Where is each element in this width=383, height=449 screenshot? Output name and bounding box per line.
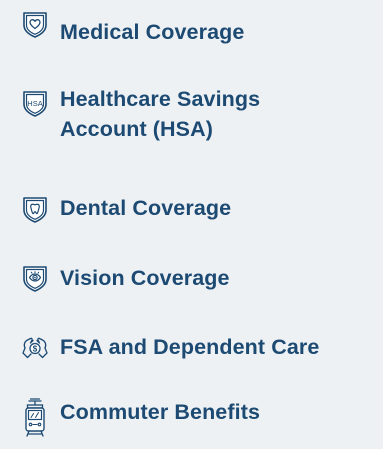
- commuter-train-icon: [20, 397, 50, 439]
- benefit-label: Medical Coverage: [60, 20, 245, 44]
- dental-shield-tooth-icon: [20, 194, 50, 224]
- benefit-label: Healthcare Savings Account (HSA): [60, 84, 373, 144]
- benefit-label: FSA and Dependent Care: [60, 335, 320, 359]
- hsa-icon-text: HSA: [27, 99, 42, 108]
- hsa-shield-icon: HSA: [20, 88, 50, 118]
- benefits-list: Medical Coverage HSA Healthcare Savings …: [0, 0, 383, 449]
- benefit-item-hsa[interactable]: HSA Healthcare Savings Account (HSA): [0, 84, 383, 152]
- medical-shield-heart-icon: [20, 9, 50, 39]
- benefit-item-fsa-dependent-care[interactable]: $ FSA and Dependent Care: [0, 329, 383, 363]
- benefit-label: Dental Coverage: [60, 196, 232, 220]
- benefit-label-line-2: Account (HSA): [60, 117, 213, 141]
- benefit-label: Commuter Benefits: [60, 400, 261, 424]
- benefit-item-vision-coverage[interactable]: Vision Coverage: [0, 259, 383, 293]
- benefit-label: Vision Coverage: [60, 266, 230, 290]
- fsa-hands-dollar-icon: $: [20, 332, 50, 362]
- vision-shield-eye-icon: [20, 263, 50, 293]
- fsa-icon-dollar-text: $: [33, 345, 38, 354]
- benefit-item-dental-coverage[interactable]: Dental Coverage: [0, 190, 383, 224]
- benefit-item-commuter-benefits[interactable]: Commuter Benefits: [0, 397, 383, 449]
- benefit-item-medical-coverage[interactable]: Medical Coverage: [0, 8, 383, 44]
- benefit-label-line-1: Healthcare Savings: [60, 87, 261, 111]
